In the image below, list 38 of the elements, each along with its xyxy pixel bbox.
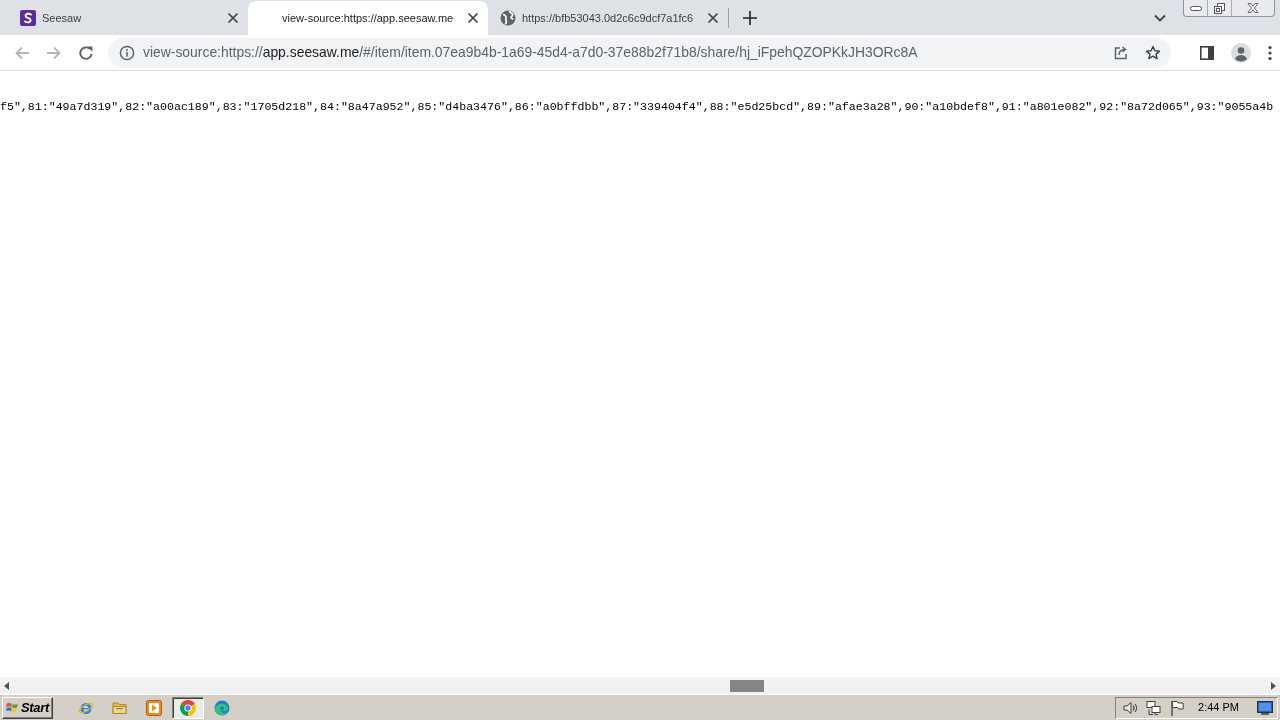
swirl-icon [214,699,230,716]
share-icon[interactable] [1113,44,1129,61]
right-arrow-icon[interactable] [1271,681,1276,690]
close-icon[interactable] [465,10,481,26]
network-icon[interactable] [1146,699,1163,716]
taskbar-app-button[interactable] [172,696,204,719]
address-bar[interactable]: view-source:https://app.seesaw.me/#/item/item.07ea9b4b-1a69-45d4-a7d0-37e88b2f71b8/share/hj_iFpehQZOPKkJH3ORc8A [108,37,1171,68]
speaker-icon[interactable] [1122,699,1139,716]
profile-icon[interactable] [1231,42,1251,63]
browser-tab[interactable]: https://bfb53043.0d2c6c9dcf7a1fc6 [488,1,728,35]
left-arrow-icon[interactable] [4,681,9,690]
restore-icon [1214,2,1225,14]
flag-icon[interactable] [1170,699,1185,716]
start-button[interactable]: Start [2,696,53,719]
plus-icon[interactable] [743,11,757,25]
more-menu-icon[interactable] [1268,44,1272,61]
monitor-icon[interactable] [1257,700,1273,715]
close-icon[interactable] [705,10,721,26]
info-icon[interactable] [119,44,135,61]
scrollbar-thumb[interactable] [730,679,764,692]
horizontal-scrollbar[interactable] [0,677,1280,694]
reload-icon[interactable] [78,44,94,61]
flag-logo-icon [6,700,19,715]
logo-icon [20,10,36,26]
close-icon[interactable] [225,10,241,26]
folder-icon [112,700,128,715]
side-panel-icon[interactable] [1200,45,1214,60]
close-icon [1247,3,1259,13]
source-code-line: f5",81:"49a7d319",82:"a00ac189",83:"1705d218",84:"8a47a952",85:"d4ba3476",86:"a0bffdbb",87:"339404f4",88:"e5d25bcd",89:"afae3a28",90:"a10bdef8",91:"a801e082",92:"8a72d065",93:"9055a4b [0,100,1274,114]
circle-logo-icon [180,699,196,716]
clock-text[interactable]: 2:44 PM [1198,699,1239,716]
star-icon[interactable] [1145,44,1161,61]
minimize-icon [1189,5,1202,11]
browser-tab[interactable]: Seesaw [8,1,248,35]
chevron-down-icon[interactable] [1154,14,1166,22]
globe-icon [500,10,516,26]
browser-tab[interactable]: view-source:https://app.seesaw.me [248,1,488,35]
play-icon [146,699,162,716]
